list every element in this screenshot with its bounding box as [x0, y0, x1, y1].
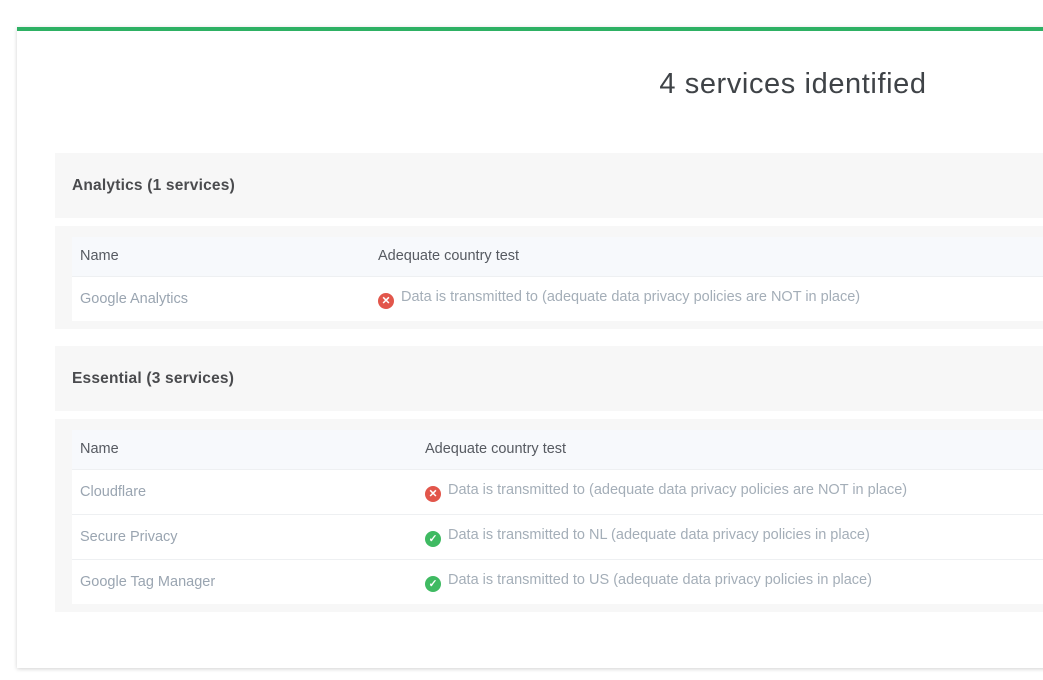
pass-circle-icon: ✓: [425, 531, 441, 547]
status-text: Data is transmitted to (adequate data pr…: [448, 482, 907, 498]
table-row: Cloudflare ✕ Data is transmitted to (adeq…: [72, 469, 1043, 514]
section-header-analytics: Analytics (1 services): [55, 153, 1043, 218]
column-header-name: Name: [72, 430, 417, 469]
section-analytics: Analytics (1 services) Name Adequate cou…: [55, 153, 1043, 329]
pass-circle-icon: ✓: [425, 576, 441, 592]
table-row: Google Analytics ✕ Data is transmitted to…: [72, 276, 1043, 321]
table-row: Google Tag Manager ✓ Data is transmitted …: [72, 559, 1043, 604]
fail-circle-icon: ✕: [425, 486, 441, 502]
sections-container: Analytics (1 services) Name Adequate cou…: [55, 153, 1043, 612]
section-header-label: Essential (3 services): [72, 370, 234, 388]
country-test-result: ✓ Data is transmitted to US (adequate dat…: [417, 559, 1043, 604]
analytics-table: Name Adequate country test Google Analyt…: [72, 237, 1043, 321]
country-test-result: ✕ Data is transmitted to (adequate data p…: [370, 276, 1043, 321]
fail-circle-icon: ✕: [378, 293, 394, 309]
analytics-table-wrap: Name Adequate country test Google Analyt…: [55, 226, 1043, 329]
services-report-card: 4 services identified Analytics (1 servi…: [17, 27, 1043, 668]
section-header-essential: Essential (3 services): [55, 346, 1043, 411]
essential-table: Name Adequate country test Cloudflare ✕ D…: [72, 430, 1043, 604]
service-name: Cloudflare: [72, 469, 417, 514]
section-header-label: Analytics (1 services): [72, 177, 235, 195]
column-header-name: Name: [72, 237, 370, 276]
section-essential: Essential (3 services) Name Adequate cou…: [55, 346, 1043, 612]
column-header-adequate-country-test: Adequate country test: [370, 237, 1043, 276]
service-name: Google Analytics: [72, 276, 370, 321]
page-title: 4 services identified: [17, 68, 1043, 101]
country-test-result: ✓ Data is transmitted to NL (adequate dat…: [417, 514, 1043, 559]
country-test-result: ✕ Data is transmitted to (adequate data p…: [417, 469, 1043, 514]
column-header-adequate-country-test: Adequate country test: [417, 430, 1043, 469]
table-header-row: Name Adequate country test: [72, 430, 1043, 469]
service-name: Google Tag Manager: [72, 559, 417, 604]
status-text: Data is transmitted to NL (adequate data…: [448, 527, 870, 543]
table-header-row: Name Adequate country test: [72, 237, 1043, 276]
table-row: Secure Privacy ✓ Data is transmitted to N…: [72, 514, 1043, 559]
essential-table-wrap: Name Adequate country test Cloudflare ✕ D…: [55, 419, 1043, 612]
status-text: Data is transmitted to (adequate data pr…: [401, 289, 860, 305]
service-name: Secure Privacy: [72, 514, 417, 559]
status-text: Data is transmitted to US (adequate data…: [448, 572, 872, 588]
